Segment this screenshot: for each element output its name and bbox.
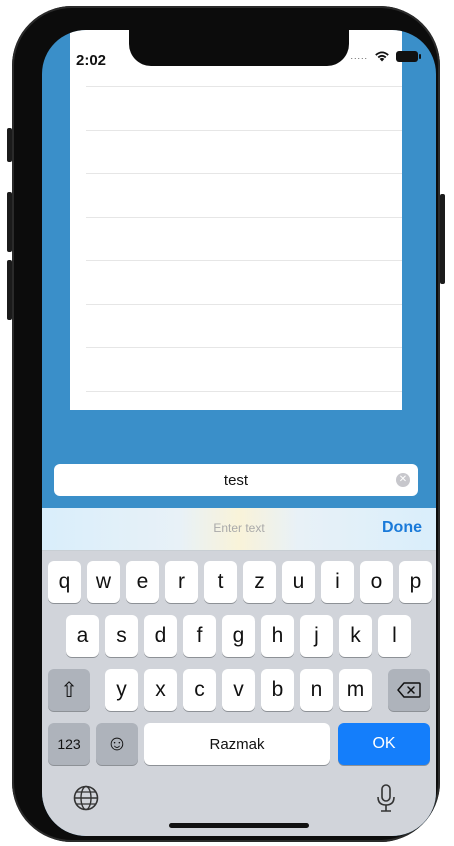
- screen: 2:02 ..... test ✕ Enter text Done q w e …: [42, 30, 436, 836]
- key-f[interactable]: f: [183, 615, 216, 657]
- microphone-icon[interactable]: [375, 783, 397, 813]
- key-r[interactable]: r: [165, 561, 198, 603]
- key-p[interactable]: p: [399, 561, 432, 603]
- key-b[interactable]: b: [261, 669, 294, 711]
- key-a[interactable]: a: [66, 615, 99, 657]
- key-j[interactable]: j: [300, 615, 333, 657]
- list-separator: [86, 347, 402, 348]
- key-k[interactable]: k: [339, 615, 372, 657]
- globe-icon[interactable]: [72, 784, 100, 812]
- key-i[interactable]: i: [321, 561, 354, 603]
- list-separator: [86, 130, 402, 131]
- list-separator: [86, 173, 402, 174]
- ok-key[interactable]: OK: [338, 723, 430, 765]
- key-c[interactable]: c: [183, 669, 216, 711]
- backspace-icon: [397, 682, 421, 698]
- emoji-icon: ☺: [106, 732, 128, 755]
- shift-key[interactable]: ⇧: [48, 669, 90, 711]
- key-u[interactable]: u: [282, 561, 315, 603]
- key-g[interactable]: g: [222, 615, 255, 657]
- key-l[interactable]: l: [378, 615, 411, 657]
- volume-up-button: [7, 192, 12, 252]
- volume-down-button: [7, 260, 12, 320]
- list-separator: [86, 260, 402, 261]
- space-key[interactable]: Razmak: [144, 723, 330, 765]
- list-separator: [86, 217, 402, 218]
- battery-icon: [396, 50, 421, 62]
- numbers-key[interactable]: 123: [48, 723, 90, 765]
- key-h[interactable]: h: [261, 615, 294, 657]
- list-separator: [86, 391, 402, 392]
- status-indicators: .....: [350, 50, 421, 62]
- emoji-key[interactable]: ☺: [96, 723, 138, 765]
- text-input[interactable]: test ✕: [54, 464, 418, 496]
- key-n[interactable]: n: [300, 669, 333, 711]
- key-v[interactable]: v: [222, 669, 255, 711]
- key-t[interactable]: t: [204, 561, 237, 603]
- phone-frame: 2:02 ..... test ✕ Enter text Done q w e …: [7, 6, 445, 842]
- done-button[interactable]: Done: [382, 519, 422, 537]
- note-list[interactable]: [70, 30, 402, 410]
- mute-switch: [7, 128, 12, 162]
- key-w[interactable]: w: [87, 561, 120, 603]
- delete-key[interactable]: [388, 669, 430, 711]
- key-x[interactable]: x: [144, 669, 177, 711]
- key-q[interactable]: q: [48, 561, 81, 603]
- key-o[interactable]: o: [360, 561, 393, 603]
- key-m[interactable]: m: [339, 669, 372, 711]
- key-y[interactable]: y: [105, 669, 138, 711]
- key-s[interactable]: s: [105, 615, 138, 657]
- list-separator: [86, 304, 402, 305]
- power-button: [440, 194, 445, 284]
- home-indicator[interactable]: [169, 823, 309, 828]
- key-d[interactable]: d: [144, 615, 177, 657]
- key-e[interactable]: e: [126, 561, 159, 603]
- keyboard: q w e r t z u i o p a s d f g h j k l ⇧ …: [42, 551, 436, 836]
- cellular-signal: .....: [350, 51, 368, 61]
- clear-icon[interactable]: ✕: [396, 473, 410, 487]
- shift-icon: ⇧: [60, 678, 78, 702]
- status-time: 2:02: [76, 52, 107, 69]
- notch: [129, 30, 349, 66]
- wifi-icon: [375, 51, 389, 62]
- key-z[interactable]: z: [243, 561, 276, 603]
- text-input-value: test: [223, 471, 249, 489]
- accessory-placeholder: Enter text: [213, 521, 265, 535]
- input-accessory-bar: Enter text Done: [42, 508, 436, 551]
- list-separator: [86, 86, 402, 87]
